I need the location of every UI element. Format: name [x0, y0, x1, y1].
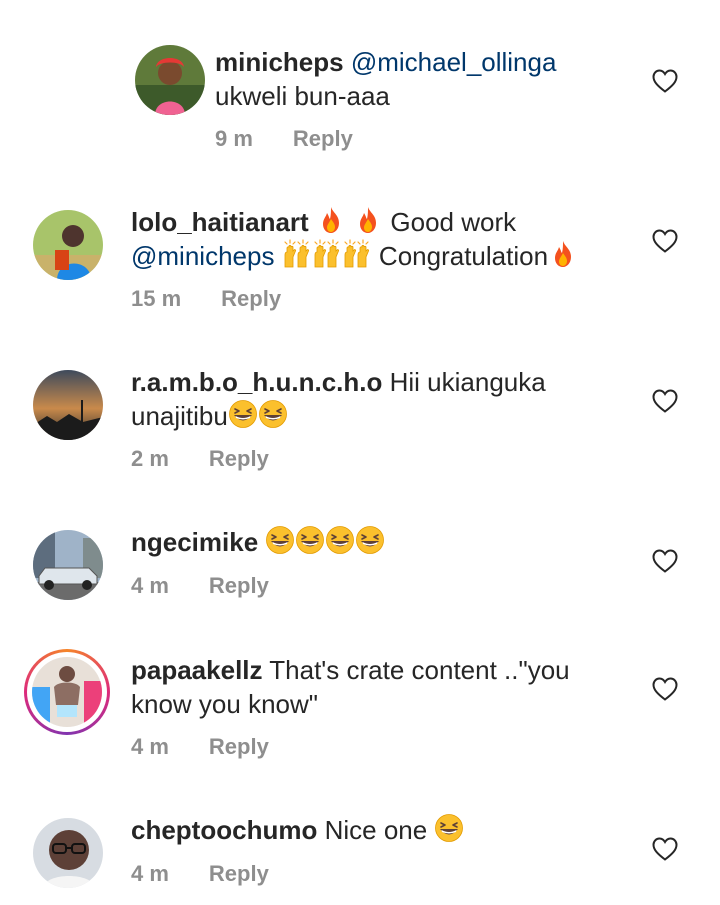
comment-time: 2 m	[131, 446, 169, 471]
grinning-squinting-icon	[325, 525, 355, 555]
comment-text: lolo_haitianart Good work @minicheps Con…	[131, 205, 578, 273]
comment-body: Congratulation	[378, 241, 549, 271]
avatar[interactable]	[33, 818, 103, 888]
heart-outline-icon[interactable]	[652, 677, 678, 701]
comment-text: cheptoochumo Nice one	[131, 813, 464, 847]
avatar[interactable]	[33, 210, 103, 280]
comment-username[interactable]: ngecimike	[131, 527, 258, 557]
comment-time: 9 m	[215, 126, 253, 151]
avatar[interactable]	[135, 45, 205, 115]
fire-icon	[316, 205, 346, 235]
comment-time: 4 m	[131, 734, 169, 759]
comment-body: know you know"	[131, 689, 318, 719]
grinning-squinting-icon	[265, 525, 295, 555]
comment-body: Good work	[390, 207, 517, 237]
comment-time: 15 m	[131, 286, 182, 311]
comment-meta: 4 m Reply	[131, 734, 269, 760]
reply-button[interactable]: Reply	[209, 861, 269, 887]
comment-text: minicheps @michael_ollinga ukweli bun-aa…	[215, 45, 556, 113]
grinning-squinting-icon	[295, 525, 325, 555]
raising-hands-icon	[282, 239, 312, 269]
reply-button[interactable]: Reply	[293, 126, 353, 152]
heart-outline-icon[interactable]	[652, 549, 678, 573]
comment-username[interactable]: cheptoochumo	[131, 815, 317, 845]
mention-link[interactable]: @michael_ollinga	[351, 47, 557, 77]
comment-username[interactable]: r.a.m.b.o_h.u.n.c.h.o	[131, 367, 382, 397]
story-ring[interactable]	[24, 649, 110, 735]
heart-outline-icon[interactable]	[652, 389, 678, 413]
comment-body: Hii ukianguka	[389, 367, 546, 397]
comment-time: 4 m	[131, 861, 169, 886]
reply-button[interactable]: Reply	[209, 734, 269, 760]
comment-body: unajitibu	[131, 401, 228, 431]
comment-text: papaakellz That's crate content .."you k…	[131, 653, 570, 721]
grinning-squinting-icon	[258, 399, 288, 429]
avatar[interactable]	[33, 530, 103, 600]
comment-time: 4 m	[131, 573, 169, 598]
comment-body: That's crate content .."you	[269, 655, 570, 685]
heart-outline-icon[interactable]	[652, 837, 678, 861]
mention-link[interactable]: @minicheps	[131, 241, 274, 271]
avatar[interactable]	[33, 370, 103, 440]
heart-outline-icon[interactable]	[652, 69, 678, 93]
comment-meta: 2 m Reply	[131, 446, 269, 472]
comment-username[interactable]: lolo_haitianart	[131, 207, 309, 237]
heart-outline-icon[interactable]	[652, 229, 678, 253]
fire-icon	[548, 239, 578, 269]
comment-text: r.a.m.b.o_h.u.n.c.h.o Hii ukianguka unaj…	[131, 365, 546, 433]
comment-text: ngecimike	[131, 525, 385, 559]
raising-hands-icon	[312, 239, 342, 269]
reply-button[interactable]: Reply	[209, 446, 269, 472]
reply-button[interactable]: Reply	[209, 573, 269, 599]
comment-body: Nice one	[324, 815, 428, 845]
grinning-squinting-icon	[355, 525, 385, 555]
grinning-squinting-icon	[434, 813, 464, 843]
comment-username[interactable]: minicheps	[215, 47, 344, 77]
comment-meta: 4 m Reply	[131, 573, 269, 599]
fire-icon	[353, 205, 383, 235]
raising-hands-icon	[342, 239, 372, 269]
comment-meta: 4 m Reply	[131, 861, 269, 887]
comment-username[interactable]: papaakellz	[131, 655, 263, 685]
comment-meta: 15 m Reply	[131, 286, 281, 312]
comment-body: ukweli bun-aaa	[215, 81, 390, 111]
comment-meta: 9 m Reply	[215, 126, 353, 152]
grinning-squinting-icon	[228, 399, 258, 429]
reply-button[interactable]: Reply	[221, 286, 281, 312]
avatar[interactable]	[32, 657, 102, 727]
